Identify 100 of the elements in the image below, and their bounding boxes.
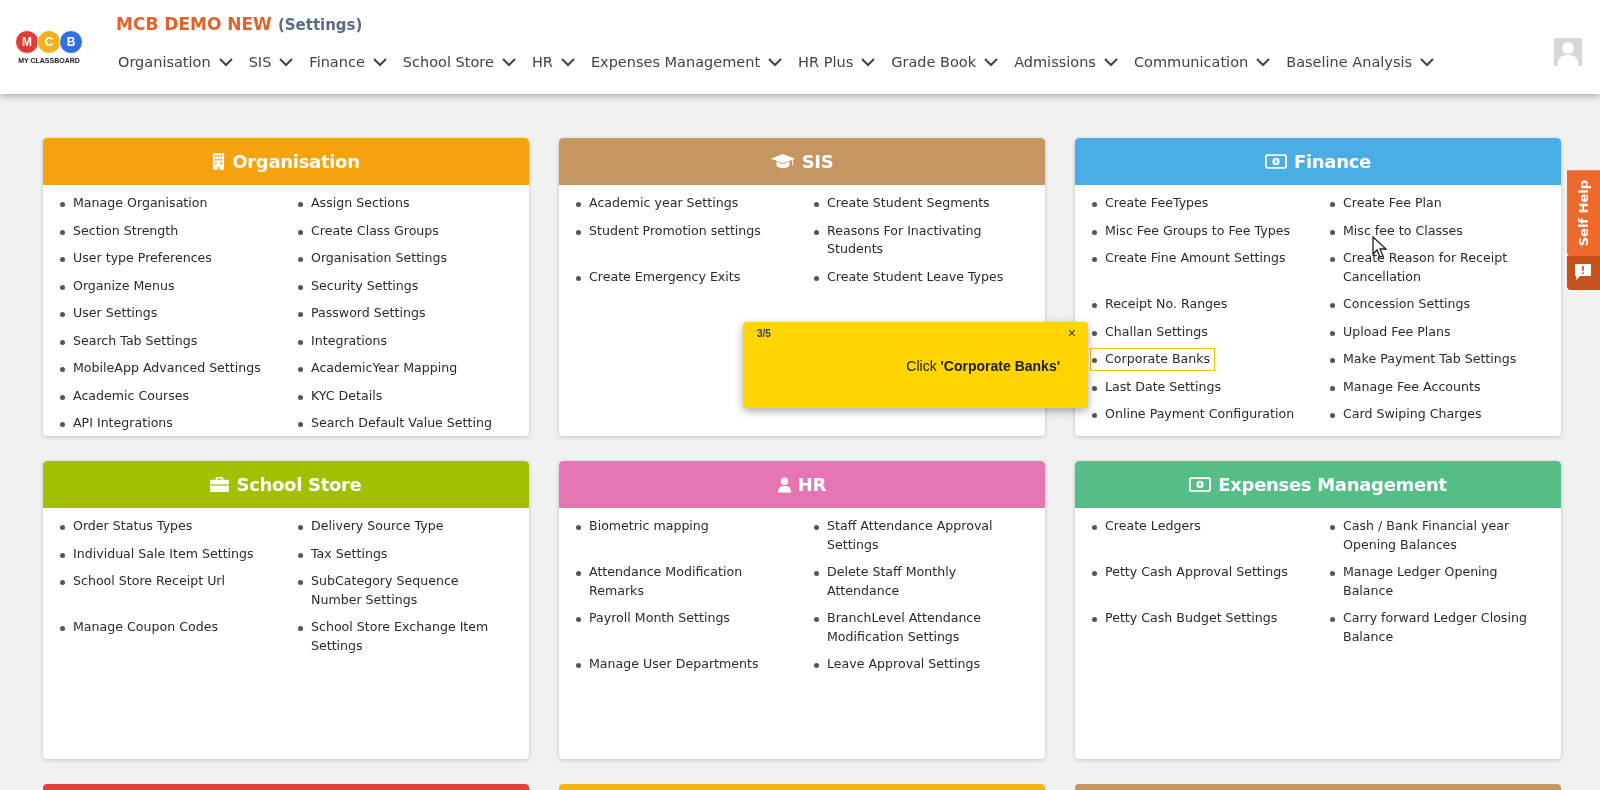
settings-link[interactable]: Biometric mapping — [574, 515, 714, 556]
settings-link[interactable]: Misc fee to Classes — [1328, 219, 1468, 242]
nav-menu-item[interactable]: Admissions — [1012, 50, 1120, 74]
settings-link[interactable]: Create Class Groups — [296, 219, 444, 242]
settings-link[interactable]: Tax Settings — [296, 542, 393, 565]
settings-link[interactable]: Create Student Segments — [812, 192, 995, 215]
app-title: MCB DEMO NEW — [116, 14, 272, 34]
nav-menu-item[interactable]: Organisation — [116, 50, 235, 74]
settings-link[interactable]: Online Payment Configuration — [1090, 403, 1300, 426]
settings-link[interactable]: Search Default Value Setting — [296, 412, 497, 435]
settings-link[interactable]: Petty Cash Budget Settings — [1090, 607, 1283, 648]
logo-letter: C — [37, 30, 61, 54]
settings-link[interactable]: School Store Exchange Item Settings — [296, 616, 516, 657]
settings-link[interactable]: Card Swiping Charges — [1328, 403, 1487, 426]
settings-link[interactable]: Academic year Settings — [574, 192, 744, 215]
settings-link[interactable]: Manage Coupon Codes — [58, 616, 223, 657]
graduation-cap-icon — [770, 153, 795, 170]
nav-menu-item[interactable]: Expenses Management — [588, 50, 785, 74]
card-title: SIS — [801, 151, 834, 172]
logo-letter: M — [15, 30, 39, 54]
settings-link[interactable]: Create FeeTypes — [1090, 192, 1214, 215]
close-button[interactable]: × — [1063, 325, 1080, 341]
settings-link[interactable]: Manage Ledger Opening Balance — [1328, 561, 1548, 602]
settings-link[interactable]: Receipt No. Ranges — [1090, 293, 1233, 316]
settings-link[interactable]: Leave Approval Settings — [812, 653, 985, 676]
settings-link[interactable]: Challan Settings — [1090, 320, 1213, 343]
chevron-down-icon — [1420, 57, 1435, 67]
step-counter: 3/5 — [757, 328, 771, 339]
settings-link[interactable]: Create Student Leave Types — [812, 265, 1009, 288]
settings-link[interactable]: Manage Fee Accounts — [1328, 375, 1486, 398]
settings-link[interactable]: Student Promotion settings — [574, 219, 766, 261]
settings-link[interactable]: Security Settings — [296, 274, 424, 297]
settings-link[interactable]: Staff Attendance Approval Settings — [812, 515, 1032, 556]
money-bill-icon — [1265, 154, 1287, 169]
settings-link[interactable]: Payroll Month Settings — [574, 607, 735, 648]
chat-icon — [1573, 263, 1593, 282]
settings-link[interactable]: Create Emergency Exits — [574, 265, 746, 288]
logo-letter: B — [59, 30, 83, 54]
nav-menu-item[interactable]: Grade Book — [889, 50, 1001, 74]
nav-menu-item[interactable]: HR — [529, 50, 577, 74]
chevron-down-icon — [768, 57, 783, 67]
chevron-down-icon — [1256, 57, 1271, 67]
settings-link[interactable]: Organisation Settings — [296, 247, 453, 270]
settings-link[interactable]: Assign Sections — [296, 192, 415, 215]
settings-link[interactable]: Section Strength — [58, 219, 184, 242]
settings-link[interactable]: MobileApp Advanced Settings — [58, 357, 266, 380]
settings-link[interactable]: Individual Sale Item Settings — [58, 542, 259, 565]
card-title: Finance — [1294, 151, 1371, 172]
settings-link[interactable]: Organize Menus — [58, 274, 180, 297]
nav-menu-item[interactable]: School Store — [400, 50, 518, 74]
user-icon — [777, 476, 791, 493]
settings-link[interactable]: API Integrations — [58, 412, 178, 435]
feedback-button[interactable] — [1567, 256, 1600, 291]
settings-link[interactable]: Integrations — [296, 329, 392, 352]
settings-link[interactable]: Create Ledgers — [1090, 515, 1206, 556]
building-icon — [212, 153, 226, 170]
settings-link[interactable]: Create Fine Amount Settings — [1090, 247, 1291, 288]
chevron-down-icon — [861, 57, 876, 67]
settings-link[interactable]: Carry forward Ledger Closing Balance — [1328, 607, 1548, 648]
settings-link[interactable]: Misc Fee Groups to Fee Types — [1090, 219, 1295, 242]
settings-link[interactable]: Make Payment Tab Settings — [1328, 348, 1522, 371]
settings-link[interactable]: Create Fee Plan — [1328, 192, 1447, 215]
card-title: Expenses Management — [1218, 474, 1447, 495]
settings-link[interactable]: Upload Fee Plans — [1328, 320, 1456, 343]
settings-link[interactable]: SubCategory Sequence Number Settings — [296, 570, 516, 611]
settings-link[interactable]: Manage Organisation — [58, 192, 213, 215]
nav-menu-item[interactable]: Finance — [307, 50, 389, 74]
chevron-down-icon — [372, 57, 387, 67]
chevron-down-icon — [560, 57, 575, 67]
card-title: School Store — [236, 474, 362, 495]
settings-link[interactable]: Delivery Source Type — [296, 515, 449, 538]
settings-link[interactable]: Create Reason for Receipt Cancellation — [1328, 247, 1548, 288]
card-title: HR — [797, 474, 827, 495]
tour-message: Click 'Corporate Banks' — [906, 358, 1060, 374]
settings-link[interactable]: School Store Receipt Url — [58, 570, 231, 611]
settings-link[interactable]: Cash / Bank Financial year Opening Balances — [1328, 515, 1548, 556]
settings-link[interactable]: Reasons For Inactivating Students — [812, 219, 1032, 261]
settings-link[interactable]: Order Status Types — [58, 515, 198, 538]
settings-link[interactable]: Password Settings — [296, 302, 431, 325]
nav-menu-item[interactable]: HR Plus — [796, 50, 878, 74]
settings-link[interactable]: User Settings — [58, 302, 163, 325]
settings-link[interactable]: User type Preferences — [58, 247, 217, 270]
settings-link[interactable]: Petty Cash Approval Settings — [1090, 561, 1293, 602]
nav-menu-item[interactable]: Baseline Analysis — [1284, 50, 1437, 74]
settings-link[interactable]: Last Date Settings — [1090, 375, 1226, 398]
settings-link[interactable]: Concession Settings — [1328, 293, 1476, 316]
settings-link[interactable]: BranchLevel Attendance Modification Settings — [812, 607, 1032, 648]
settings-link[interactable]: AcademicYear Mapping — [296, 357, 463, 380]
settings-link[interactable]: Corporate Banks — [1090, 348, 1216, 371]
chevron-down-icon — [501, 57, 516, 67]
settings-link[interactable]: Delete Staff Monthly Attendance — [812, 561, 1032, 602]
settings-link[interactable]: Attendance Modification Remarks — [574, 561, 794, 602]
settings-link[interactable]: Manage User Departments — [574, 653, 764, 676]
card-title: Organisation — [232, 151, 360, 172]
chevron-down-icon — [279, 57, 294, 67]
settings-link[interactable]: KYC Details — [296, 384, 388, 407]
settings-link[interactable]: Search Tab Settings — [58, 329, 203, 352]
settings-link[interactable]: Academic Courses — [58, 384, 194, 407]
nav-menu-item[interactable]: SIS — [246, 50, 296, 74]
nav-menu-item[interactable]: Communication — [1131, 50, 1273, 74]
